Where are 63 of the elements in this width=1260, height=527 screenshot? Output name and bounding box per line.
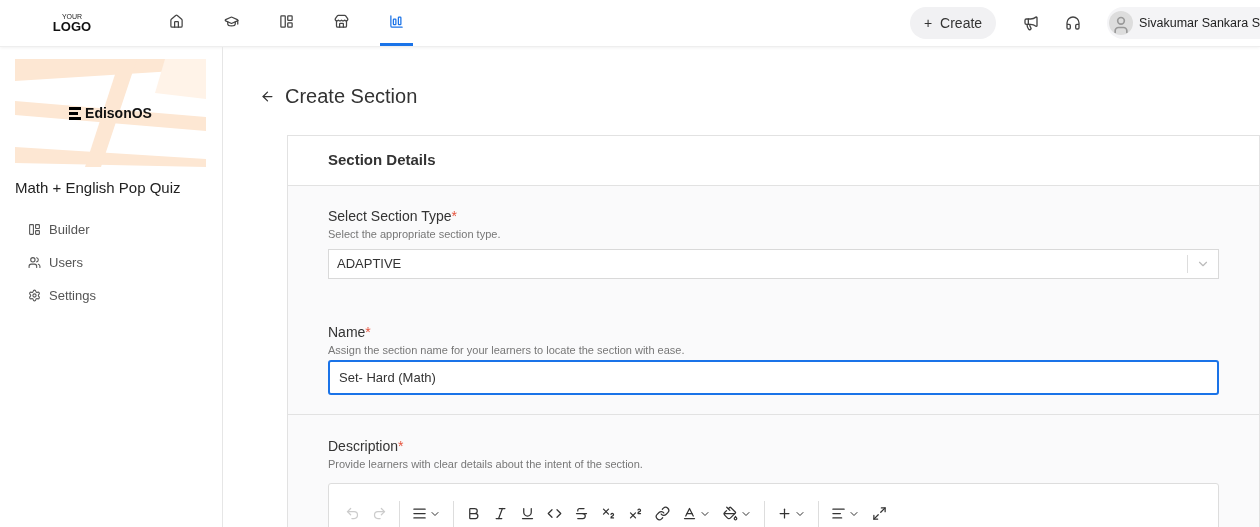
strikethrough-icon bbox=[574, 506, 589, 521]
text-color-icon bbox=[682, 506, 697, 521]
create-button[interactable]: + Create bbox=[909, 7, 997, 39]
layout-icon bbox=[28, 223, 41, 236]
paragraph-icon bbox=[412, 506, 427, 521]
quiz-title: Math + English Pop Quiz bbox=[15, 178, 182, 198]
toolbar-button[interactable] bbox=[520, 506, 535, 521]
toolbar-button[interactable] bbox=[831, 506, 860, 521]
megaphone-icon[interactable] bbox=[1023, 15, 1040, 31]
toolbar-button[interactable] bbox=[601, 506, 616, 521]
layout-icon bbox=[279, 14, 294, 29]
paint-bucket-icon bbox=[723, 506, 738, 521]
sidebar-item[interactable]: Settings bbox=[28, 285, 207, 306]
avatar-icon bbox=[1109, 11, 1134, 35]
required-mark: * bbox=[365, 324, 371, 341]
name-input[interactable]: Set- Hard (Math) bbox=[328, 360, 1219, 395]
required-mark: * bbox=[398, 438, 404, 455]
italic-icon bbox=[493, 506, 508, 521]
graduation-cap-icon bbox=[224, 14, 239, 29]
toolbar-button[interactable] bbox=[628, 506, 643, 521]
expand-icon bbox=[872, 506, 887, 521]
users-icon bbox=[28, 256, 41, 269]
home-icon bbox=[169, 14, 184, 29]
settings-icon bbox=[28, 289, 41, 302]
code-icon bbox=[547, 506, 562, 521]
link-icon bbox=[655, 506, 670, 521]
toolbar-button[interactable] bbox=[655, 506, 670, 521]
banner-title: EdisonOS bbox=[85, 103, 152, 123]
back-icon[interactable] bbox=[260, 88, 275, 104]
toolbar-button[interactable] bbox=[872, 506, 887, 521]
edison-logo-icon bbox=[69, 106, 82, 120]
undo-icon bbox=[345, 506, 360, 521]
toolbar-button[interactable] bbox=[547, 506, 562, 521]
store-icon bbox=[334, 14, 349, 29]
field-hint: Assign the section name for your learners to locate the section with ease. bbox=[328, 343, 686, 357]
page-title: Create Section bbox=[285, 84, 418, 109]
user-menu[interactable]: Sivakumar Sankara S bbox=[1107, 7, 1260, 39]
field-hint: Provide learners with clear details about the intent of the section. bbox=[328, 457, 644, 471]
bold-icon bbox=[466, 506, 481, 521]
toolbar-button[interactable] bbox=[682, 506, 711, 521]
superscript-icon bbox=[628, 506, 643, 521]
toolbar-button[interactable] bbox=[777, 506, 806, 521]
field-hint: Select the appropriate section type. bbox=[328, 227, 502, 241]
bar-chart-icon bbox=[389, 14, 404, 29]
align-left-icon bbox=[831, 506, 846, 521]
field-label: Name bbox=[328, 324, 366, 341]
plus-icon bbox=[777, 506, 792, 521]
section-type-select[interactable]: ADAPTIVE bbox=[328, 249, 1219, 279]
subscript-icon bbox=[601, 506, 616, 521]
field-label: Select Section Type bbox=[328, 208, 452, 225]
headset-icon[interactable] bbox=[1065, 15, 1082, 31]
field-label: Description bbox=[328, 438, 399, 455]
card-title: Section Details bbox=[328, 150, 436, 171]
toolbar-button[interactable] bbox=[466, 506, 481, 521]
sidebar-item[interactable]: Builder bbox=[28, 219, 207, 240]
sidebar-item[interactable]: Users bbox=[28, 252, 207, 273]
toolbar-button[interactable] bbox=[574, 506, 589, 521]
underline-icon bbox=[520, 506, 535, 521]
toolbar-button[interactable] bbox=[723, 506, 752, 521]
required-mark: * bbox=[451, 208, 457, 225]
redo-icon bbox=[372, 506, 387, 521]
toolbar-button[interactable] bbox=[493, 506, 508, 521]
toolbar-button[interactable] bbox=[412, 506, 441, 521]
